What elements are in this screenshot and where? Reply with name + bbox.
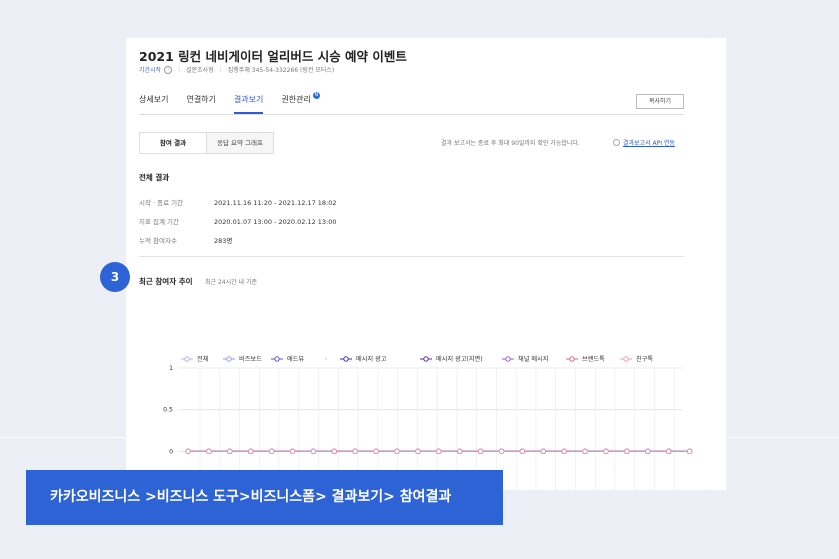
legend-swatch-marker bbox=[226, 356, 232, 362]
legend-label: 친구톡 bbox=[636, 355, 653, 363]
info-row-aggregation: 지표 집계 기간 2020.01.07 13:00 - 2020.02.12 13… bbox=[139, 216, 337, 226]
tab-detail[interactable]: 상세보기 bbox=[139, 94, 168, 114]
api-link-label: 결과보고서 API 연동 bbox=[623, 140, 675, 147]
data-point bbox=[206, 448, 212, 454]
data-point bbox=[582, 448, 588, 454]
legend-label: 메시지 광고(지면) bbox=[436, 355, 483, 363]
divider-line bbox=[0, 437, 126, 438]
data-point bbox=[415, 448, 421, 454]
tab-permissions[interactable]: 권한관리 N bbox=[281, 92, 320, 114]
data-point bbox=[498, 448, 505, 454]
trend-title: 최근 참여자 추이 bbox=[139, 277, 193, 286]
status-badge: 기간시작 bbox=[139, 67, 162, 74]
subtab-participation[interactable]: 참여 결과 bbox=[139, 132, 206, 154]
data-point bbox=[686, 448, 693, 454]
data-point bbox=[645, 448, 651, 454]
data-point bbox=[603, 448, 609, 454]
legend-label: 비즈보드 bbox=[239, 355, 262, 363]
legend-swatch-marker bbox=[184, 356, 190, 362]
copy-button[interactable]: 복사하기 bbox=[636, 94, 684, 109]
legend-label: 애드뷰 bbox=[287, 355, 304, 363]
page-title: 2021 링컨 네비게이터 얼리버드 시승 예약 이벤트 bbox=[139, 49, 407, 64]
y-tick-label: 1 bbox=[169, 365, 173, 372]
meta-divider: | bbox=[219, 66, 222, 73]
info-value: 2020.01.07 13:00 - 2020.02.12 13:00 bbox=[214, 218, 337, 226]
api-link[interactable]: 결과보고서 API 연동 bbox=[613, 138, 675, 147]
y-tick-label: 0 bbox=[169, 448, 173, 455]
legend-swatch-marker bbox=[274, 356, 280, 362]
legend-label: 메시지 광고 bbox=[356, 355, 387, 363]
y-tick-label: 0.5 bbox=[163, 407, 173, 414]
link-icon bbox=[613, 139, 620, 146]
legend-swatch-marker bbox=[423, 356, 429, 362]
retention-notice: 결과 보고서는 종료 후 최대 90일까지 확인 가능합니다. bbox=[441, 140, 580, 147]
event-meta: 기간시작 i | 설문조사형 | 집행주체 345-54-332266 (링컨 … bbox=[139, 65, 334, 74]
data-point bbox=[268, 448, 275, 454]
info-row-period: 시작 · 종료 기간 2021.11.16 11:20 - 2021.12.17 … bbox=[139, 197, 337, 207]
divider-line bbox=[726, 437, 839, 438]
data-point bbox=[185, 448, 191, 454]
data-point bbox=[331, 448, 337, 454]
subtab-summary-graph[interactable]: 응답 요약 그래프 bbox=[206, 132, 274, 154]
step-number-badge: 3 bbox=[100, 262, 130, 292]
participants-trend-chart: 전체 비즈보드 애드뷰 메시지 광고 메시지 광고(지면) 채널 메시지 브랜드톡 친구톡 1 0… bbox=[163, 355, 693, 490]
breadcrumb-caption: 카카오비즈니스 >비즈니스 도구>비즈니스폼> 결과보기> 참여결과 bbox=[26, 470, 503, 525]
data-point bbox=[227, 448, 233, 454]
trend-subtitle: 최근 24시간 내 기준 bbox=[205, 279, 257, 286]
data-point bbox=[519, 448, 526, 454]
sub-tabs: 참여 결과 응답 요약 그래프 bbox=[139, 132, 274, 154]
data-point bbox=[352, 448, 358, 454]
data-point bbox=[373, 448, 379, 454]
data-point bbox=[394, 448, 400, 454]
data-point bbox=[624, 448, 630, 454]
tab-connect[interactable]: 연결하기 bbox=[186, 94, 215, 114]
event-result-card: 2021 링컨 네비게이터 얼리버드 시승 예약 이벤트 기간시작 i | 설문… bbox=[126, 38, 726, 490]
legend-swatch-marker bbox=[569, 356, 575, 362]
data-point bbox=[436, 448, 442, 454]
data-point bbox=[540, 448, 546, 454]
data-point bbox=[310, 448, 317, 454]
legend-label: 전체 bbox=[197, 355, 209, 363]
tab-permissions-label: 권한관리 bbox=[281, 95, 311, 104]
legend-separator-dot bbox=[325, 358, 327, 360]
info-value: 283명 bbox=[214, 237, 233, 245]
legend-swatch-marker bbox=[623, 356, 629, 362]
summary-title: 전체 결과 bbox=[139, 173, 170, 182]
meta-divider: | bbox=[178, 66, 181, 73]
data-point bbox=[477, 448, 484, 454]
data-point bbox=[289, 448, 296, 454]
info-value: 2021.11.16 11:20 - 2021.12.17 18:02 bbox=[214, 199, 337, 207]
info-label: 누적 참여자수 bbox=[139, 237, 177, 245]
legend-swatch-marker bbox=[505, 356, 511, 362]
data-point bbox=[666, 448, 672, 454]
info-row-participants: 누적 참여자수 283명 bbox=[139, 235, 232, 245]
legend-label: 브랜드톡 bbox=[582, 355, 605, 363]
info-label: 시작 · 종료 기간 bbox=[139, 199, 184, 207]
section-divider bbox=[139, 256, 684, 257]
executor: 집행주체 345-54-332266 (링컨 모터스) bbox=[227, 67, 335, 74]
survey-type: 설문조사형 bbox=[186, 67, 214, 74]
tab-results[interactable]: 결과보기 bbox=[233, 94, 264, 114]
info-icon[interactable]: i bbox=[164, 65, 173, 74]
legend-label: 채널 메시지 bbox=[518, 355, 548, 363]
data-point bbox=[248, 448, 254, 454]
data-point bbox=[457, 448, 463, 454]
legend-swatch-marker bbox=[343, 356, 349, 362]
main-tabs: 상세보기 연결하기 결과보기 권한관리 N bbox=[139, 92, 320, 114]
info-label: 지표 집계 기간 bbox=[139, 218, 180, 226]
new-badge: N bbox=[312, 92, 320, 99]
data-point bbox=[561, 448, 567, 454]
tab-divider bbox=[139, 114, 684, 115]
